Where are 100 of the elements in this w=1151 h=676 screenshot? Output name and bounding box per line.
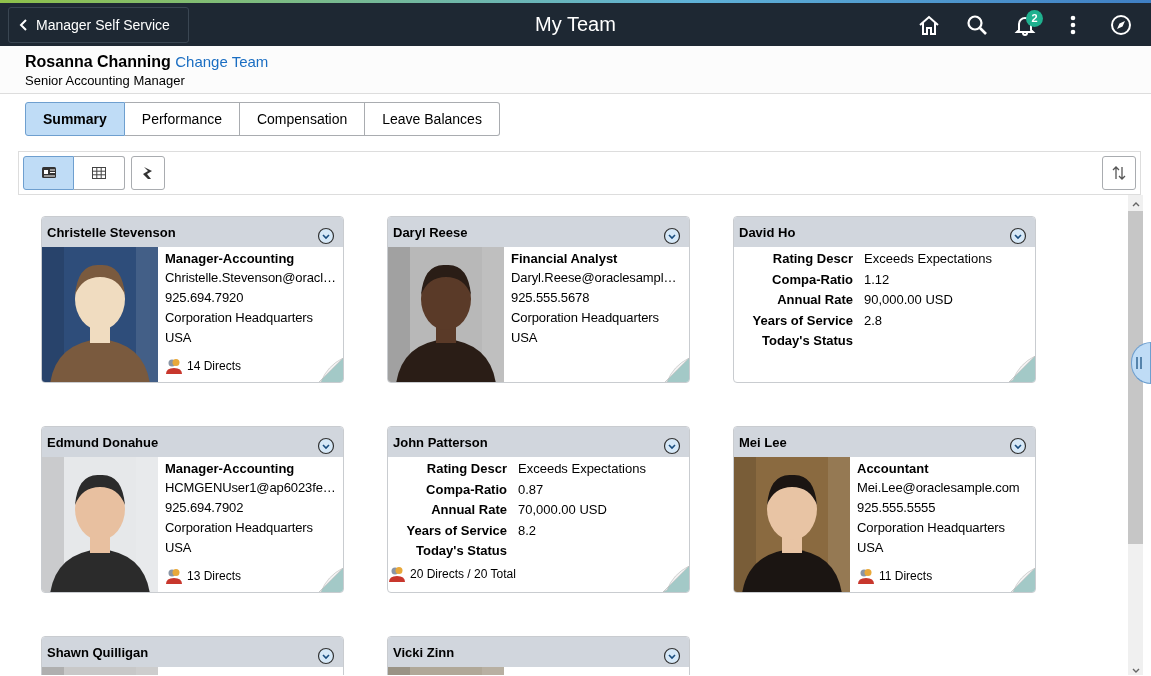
card-view-button[interactable] — [23, 156, 74, 190]
tab[interactable]: Summary — [25, 102, 125, 136]
field-label: Today's Status — [761, 332, 853, 350]
contact-detail: USA — [857, 539, 885, 557]
contact-detail: Corporation Headquarters — [857, 519, 1006, 537]
directs-count[interactable]: 11 Directs — [879, 569, 933, 583]
page-title: My Team — [534, 13, 617, 36]
job-title: Accountant — [857, 460, 930, 478]
compass-icon — [1110, 13, 1132, 36]
employee-name: Shawn Quilligan — [47, 644, 149, 660]
scroll-up-icon — [1130, 200, 1141, 208]
chevron-down-icon — [1009, 437, 1027, 455]
search-icon — [966, 13, 988, 36]
employee-card[interactable]: Mei Lee Accountant Mei.Lee@oraclesample.com 925.555.5555 Corporation Headquarters USA 11 Directs — [733, 426, 1036, 593]
back-button[interactable]: Manager Self Service — [8, 6, 189, 43]
contact-detail: HCMGENUser1@ap6023fe… — [165, 479, 337, 497]
tab[interactable]: Leave Balances — [365, 102, 500, 136]
chevron-down-icon — [1009, 227, 1027, 245]
field-value: 2.8 — [864, 311, 884, 330]
contact-detail: USA — [511, 329, 539, 347]
related-actions-button[interactable] — [131, 156, 165, 190]
card-actions-button[interactable] — [317, 227, 335, 245]
scroll-down-icon — [1130, 667, 1141, 675]
chevron-down-icon — [663, 647, 681, 665]
job-title: Financial Analyst — [511, 250, 619, 268]
employee-name: Edmund Donahue — [47, 434, 159, 450]
directs-count[interactable]: 20 Directs / 20 Total — [410, 567, 516, 581]
contact-detail: Christelle.Stevenson@oracl… — [165, 269, 337, 287]
employee-card[interactable]: Daryl Reese Financial Analyst Daryl.Reese@oraclesampl… 925.555.5678 Corporation Headquarters USA — [387, 216, 690, 383]
card-actions-button[interactable] — [663, 227, 681, 245]
card-actions-button[interactable] — [317, 437, 335, 455]
field-value: 70,000.00 USD — [518, 501, 608, 519]
field-label: Rating Descr — [771, 250, 853, 268]
page-curl-icon — [317, 568, 343, 592]
back-chevron-icon — [19, 17, 29, 32]
contact-detail: USA — [165, 329, 193, 347]
field-value: 8.2 — [518, 521, 538, 540]
field-label: Annual Rate — [430, 501, 507, 519]
card-actions-button[interactable] — [317, 647, 335, 665]
contact-detail: 925.694.7920 — [165, 289, 245, 307]
page-curl-icon — [1009, 568, 1035, 592]
grip-icon — [1135, 356, 1143, 370]
chevron-down-icon — [317, 227, 335, 245]
scrollbar[interactable] — [1128, 195, 1143, 675]
page-curl-icon — [663, 566, 689, 592]
page-curl-icon — [1009, 356, 1035, 382]
field-label: Years of Service — [405, 521, 507, 540]
more-icon — [1070, 13, 1076, 36]
tab[interactable]: Compensation — [239, 102, 366, 136]
employee-card[interactable]: Vicki Zinn — [387, 636, 690, 675]
contact-detail: Daryl.Reese@oraclesampl… — [511, 269, 678, 287]
sort-icon — [1110, 164, 1128, 182]
grid-view-button[interactable] — [74, 156, 125, 190]
employee-card[interactable]: David Ho Rating Descr Exceeds Expectations Compa-Ratio 1.12 Annual Rate 90,000.00 USD Years of Service 2.8 Today's Status — [733, 216, 1036, 383]
manager-job-title: Senior Accounting Manager — [25, 73, 186, 88]
people-icon — [165, 358, 183, 374]
field-label: Today's Status — [415, 542, 507, 560]
employee-card[interactable]: Christelle Stevenson Manager-Accounting Christelle.Stevenson@oracl… 925.694.7920 Corporation Headquarters USA 14 Directs — [41, 216, 344, 383]
employee-name: John Patterson — [393, 434, 488, 450]
contact-detail: Corporation Headquarters — [511, 309, 660, 327]
chevron-down-icon — [317, 647, 335, 665]
field-value: 1.12 — [864, 270, 891, 289]
directs-count[interactable]: 13 Directs — [187, 569, 242, 583]
job-title: Manager-Accounting — [165, 250, 296, 268]
grid-icon — [91, 165, 107, 181]
employee-name: Daryl Reese — [393, 224, 468, 240]
page-curl-icon — [663, 358, 689, 382]
card-actions-button[interactable] — [1009, 437, 1027, 455]
directs-count[interactable]: 14 Directs — [187, 359, 242, 373]
field-label: Rating Descr — [425, 460, 507, 478]
field-label: Compa-Ratio — [771, 270, 853, 289]
card-actions-button[interactable] — [663, 437, 681, 455]
sort-button[interactable] — [1102, 156, 1136, 190]
people-icon — [388, 566, 406, 582]
chevron-down-icon — [663, 227, 681, 245]
employee-card[interactable]: John Patterson Rating Descr Exceeds Expectations Compa-Ratio 0.87 Annual Rate 70,000.00 USD Years of Service 8.2 Today's Status 20 Directs / 20 Total — [387, 426, 690, 593]
chevron-down-icon — [317, 437, 335, 455]
field-value: 0.87 — [518, 480, 545, 499]
change-team-link[interactable]: Change Team — [175, 53, 269, 70]
employee-name: Vicki Zinn — [393, 644, 455, 660]
employee-name: David Ho — [739, 224, 796, 240]
notification-badge: 2 — [1026, 9, 1043, 27]
field-value: 90,000.00 USD — [864, 291, 954, 309]
tab[interactable]: Performance — [124, 102, 240, 136]
contact-detail: Corporation Headquarters — [165, 519, 314, 537]
card-actions-button[interactable] — [1009, 227, 1027, 245]
scroll-thumb[interactable] — [1128, 211, 1143, 544]
employee-card[interactable]: Edmund Donahue Manager-Accounting HCMGENUser1@ap6023fe… 925.694.7902 Corporation Headquarters USA 13 Directs — [41, 426, 344, 593]
employee-card[interactable]: Shawn Quilligan — [41, 636, 344, 675]
job-title: Manager-Accounting — [165, 460, 296, 478]
manager-name: Rosanna Channing — [25, 53, 171, 70]
people-icon — [857, 568, 875, 584]
card-actions-button[interactable] — [663, 647, 681, 665]
people-icon — [165, 568, 183, 584]
field-label: Compa-Ratio — [425, 480, 507, 499]
field-value: Exceeds Expectations — [518, 460, 647, 478]
chevron-down-icon — [663, 437, 681, 455]
field-label: Years of Service — [751, 311, 853, 330]
home-icon — [917, 13, 941, 36]
contact-detail: 925.555.5555 — [857, 499, 937, 517]
